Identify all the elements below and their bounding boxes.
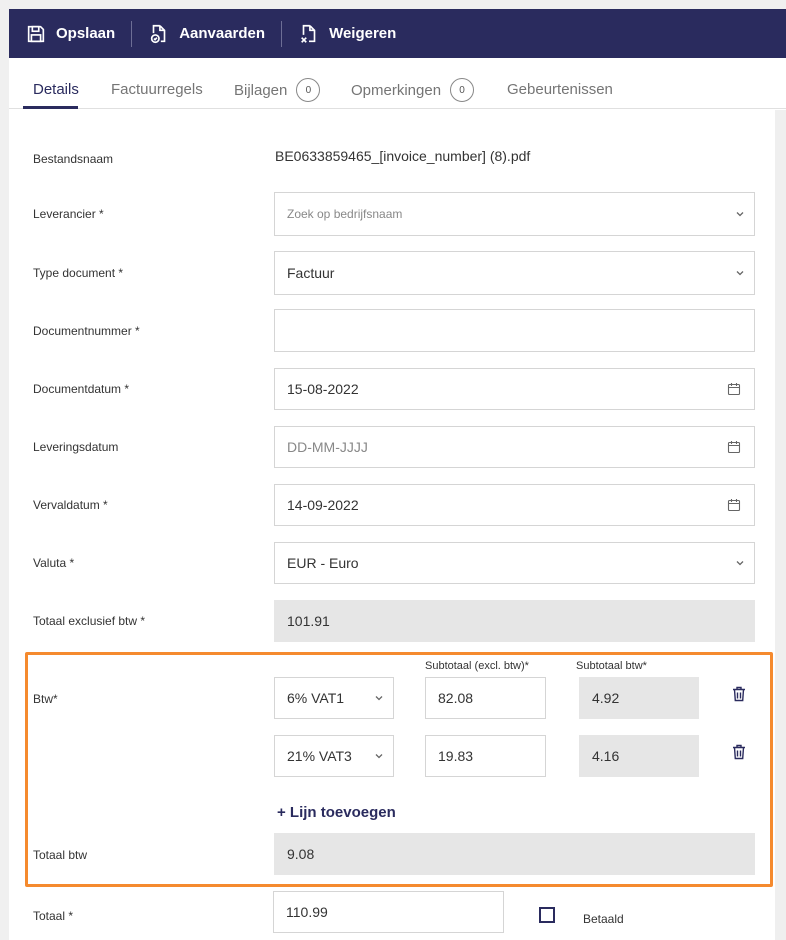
total-vat-field: 9.08: [274, 833, 755, 875]
total-vat-label: Totaal btw: [33, 848, 88, 862]
chevron-down-icon: [375, 696, 383, 701]
subtotal-vat-field: 4.92: [579, 677, 699, 719]
total-excl-field: 101.91: [274, 600, 755, 642]
docdate-input[interactable]: 15-08-2022: [274, 368, 755, 410]
scrollbar[interactable]: [775, 110, 786, 940]
save-button-label: Opslaan: [56, 25, 116, 42]
vat-rate-value: 6% VAT1: [287, 690, 345, 706]
total-excl-value: 101.91: [287, 613, 330, 629]
accept-button-label: Aanvaarden: [179, 25, 266, 42]
subtotal-excl-input[interactable]: 19.83: [425, 735, 546, 777]
vat-rate-select[interactable]: 6% VAT1: [274, 677, 394, 719]
total-input[interactable]: 110.99: [273, 891, 504, 933]
subtotal-excl-value: 19.83: [438, 748, 474, 764]
docdate-value: 15-08-2022: [287, 381, 359, 397]
total-label: Totaal *: [33, 909, 74, 923]
calendar-icon[interactable]: [727, 498, 741, 512]
tab-label: Opmerkingen: [351, 81, 442, 99]
currency-label: Valuta *: [33, 556, 75, 570]
deliverydate-placeholder: DD-MM-JJJJ: [287, 439, 368, 455]
save-button[interactable]: Opslaan: [9, 9, 131, 58]
docdate-label: Documentdatum *: [33, 382, 130, 396]
tab-label: Gebeurtenissen: [507, 81, 613, 98]
duedate-label: Vervaldatum *: [33, 498, 108, 512]
subtotal-vat-value: 4.16: [592, 748, 620, 764]
supplier-placeholder: Zoek op bedrijfsnaam: [287, 207, 403, 221]
tab-invoice-lines[interactable]: Factuurregels: [111, 81, 203, 98]
doctype-select[interactable]: Factuur: [274, 251, 755, 295]
paid-label: Betaald: [583, 912, 624, 926]
tab-label: Details: [33, 81, 79, 98]
currency-value: EUR - Euro: [287, 555, 359, 571]
vat-rate-value: 21% VAT3: [287, 748, 352, 764]
tab-bar: Details Factuurregels Bijlagen 0 Opmerki…: [9, 58, 786, 109]
subtotal-excl-value: 82.08: [438, 690, 474, 706]
remarks-count-badge: 0: [450, 78, 475, 102]
paid-checkbox[interactable]: [539, 907, 555, 923]
calendar-icon[interactable]: [727, 440, 741, 454]
document-accept-icon: [151, 24, 166, 43]
tab-label: Factuurregels: [111, 81, 203, 98]
tab-attachments[interactable]: Bijlagen 0: [234, 78, 321, 102]
subtotal-vat-value: 4.92: [592, 690, 620, 706]
duedate-input[interactable]: 14-09-2022: [274, 484, 755, 526]
subtotal-excl-header: Subtotaal (excl. btw)*: [425, 660, 529, 672]
total-value: 110.99: [286, 904, 328, 920]
trash-icon[interactable]: [732, 686, 746, 702]
subtotal-vat-header: Subtotaal btw*: [576, 660, 647, 672]
chevron-down-icon: [736, 271, 744, 276]
tab-events[interactable]: Gebeurtenissen: [507, 81, 613, 98]
accept-button[interactable]: Aanvaarden: [132, 9, 281, 58]
doctype-label: Type document *: [33, 266, 124, 280]
doctype-value: Factuur: [287, 265, 335, 281]
deliverydate-label: Leveringsdatum: [33, 440, 119, 454]
tab-remarks[interactable]: Opmerkingen 0: [351, 78, 475, 102]
vat-label: Btw*: [33, 692, 58, 706]
duedate-value: 14-09-2022: [287, 497, 359, 513]
filename-value: BE0633859465_[invoice_number] (8).pdf: [275, 148, 531, 164]
docnumber-input[interactable]: [274, 309, 755, 352]
tab-label: Bijlagen: [234, 81, 288, 99]
deliverydate-input[interactable]: DD-MM-JJJJ: [274, 426, 755, 468]
subtotal-excl-input[interactable]: 82.08: [425, 677, 546, 719]
chevron-down-icon: [736, 561, 744, 566]
add-vat-line-button[interactable]: + Lijn toevoegen: [277, 804, 396, 821]
supplier-label: Leverancier *: [33, 207, 104, 221]
total-excl-label: Totaal exclusief btw *: [33, 614, 146, 628]
chevron-down-icon: [736, 212, 744, 217]
chevron-down-icon: [375, 754, 383, 759]
filename-label: Bestandsnaam: [33, 152, 114, 166]
docnumber-label: Documentnummer *: [33, 324, 140, 338]
reject-button[interactable]: Weigeren: [282, 9, 412, 58]
invoice-detail-panel: Details Factuurregels Bijlagen 0 Opmerki…: [9, 58, 786, 940]
supplier-select[interactable]: Zoek op bedrijfsnaam: [274, 192, 755, 236]
vat-rate-select[interactable]: 21% VAT3: [274, 735, 394, 777]
subtotal-vat-field: 4.16: [579, 735, 699, 777]
reject-button-label: Weigeren: [329, 25, 397, 42]
attachments-count-badge: 0: [296, 78, 321, 102]
tab-details[interactable]: Details: [33, 81, 79, 98]
document-reject-icon: [301, 24, 316, 43]
total-vat-value: 9.08: [287, 846, 315, 862]
toolbar: Opslaan Aanvaarden Weigeren: [9, 9, 786, 58]
currency-select[interactable]: EUR - Euro: [274, 542, 755, 584]
floppy-disk-icon: [27, 25, 45, 42]
calendar-icon[interactable]: [727, 382, 741, 396]
trash-icon[interactable]: [732, 744, 746, 760]
active-tab-indicator: [23, 106, 78, 109]
